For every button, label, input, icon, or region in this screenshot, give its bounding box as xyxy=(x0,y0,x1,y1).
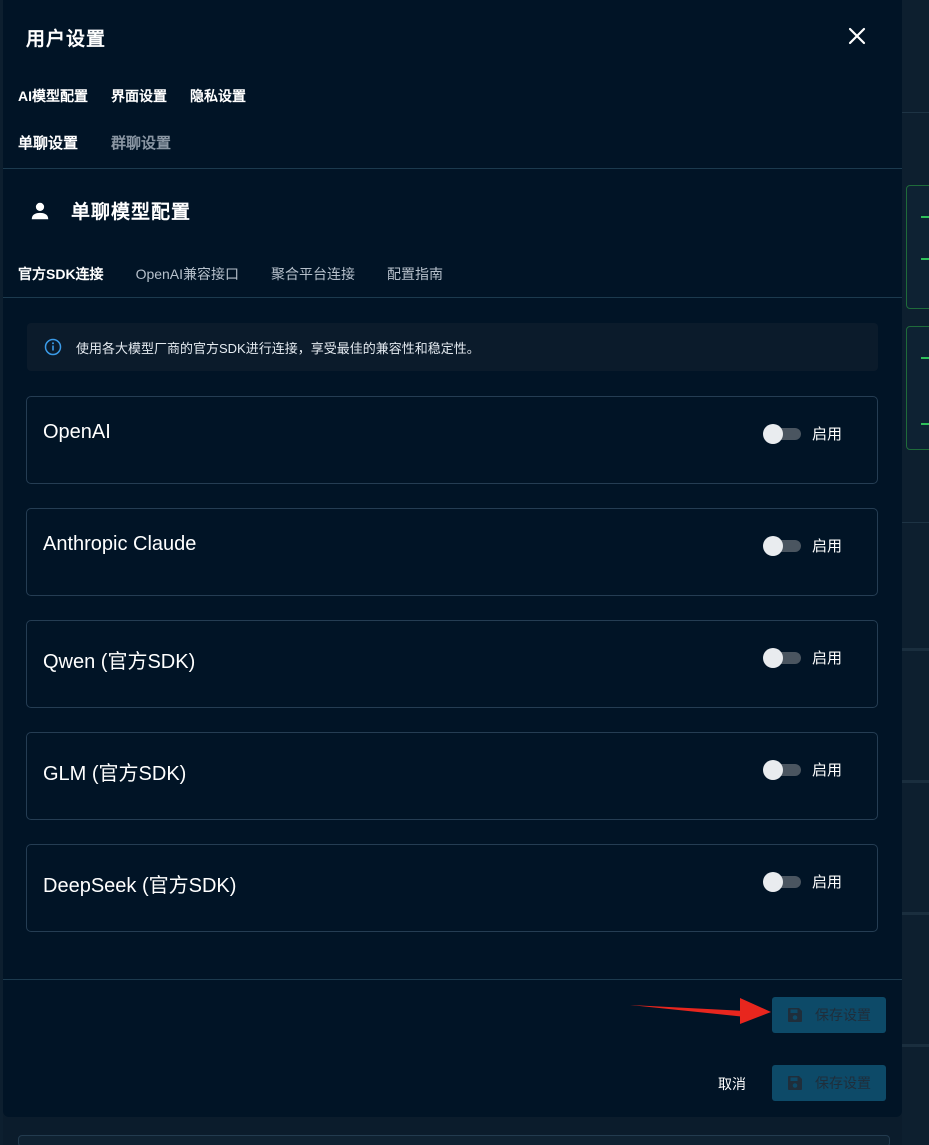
save-settings-footer-button[interactable]: 保存设置 xyxy=(772,1065,886,1101)
connection-tabs: 官方SDK连接 OpenAI兼容接口 聚合平台连接 配置指南 xyxy=(18,264,475,284)
top-tabs: AI模型配置 界面设置 隐私设置 xyxy=(18,86,269,106)
toggle-label: 启用 xyxy=(812,650,843,667)
close-button[interactable] xyxy=(845,24,869,48)
toggle-label: 启用 xyxy=(812,762,843,779)
background-card xyxy=(906,185,929,309)
background-divider xyxy=(902,912,929,915)
save-disk-icon xyxy=(788,1076,802,1090)
tab-interface-settings[interactable]: 界面设置 xyxy=(111,86,167,106)
annotation-arrow-icon xyxy=(630,998,771,1024)
save-disk-icon xyxy=(788,1008,802,1022)
toggle-label: 启用 xyxy=(812,538,843,555)
save-footer-button-label: 保存设置 xyxy=(815,1075,871,1091)
info-text: 使用各大模型厂商的官方SDK进行连接，享受最佳的兼容性和稳定性。 xyxy=(76,340,480,356)
provider-card-anthropic: Anthropic Claude 启用 xyxy=(26,508,878,596)
enable-toggle[interactable] xyxy=(763,759,801,780)
section-header: 单聊模型配置 xyxy=(29,197,191,224)
background-divider xyxy=(902,648,929,651)
background-divider xyxy=(902,522,929,523)
save-button-label: 保存设置 xyxy=(815,1007,871,1023)
tab-single-chat[interactable]: 单聊设置 xyxy=(18,132,78,153)
provider-card-qwen: Qwen (官方SDK) 启用 xyxy=(26,620,878,708)
divider xyxy=(3,979,902,980)
provider-card-openai: OpenAI 启用 xyxy=(26,396,878,484)
background-card xyxy=(906,326,929,450)
close-icon xyxy=(848,27,866,45)
modal-title: 用户设置 xyxy=(26,29,107,50)
provider-name: Anthropic Claude xyxy=(43,533,197,555)
background-sidebar-strip xyxy=(902,0,929,1145)
background-divider xyxy=(902,112,929,113)
tab-privacy-settings[interactable]: 隐私设置 xyxy=(190,86,246,106)
divider xyxy=(3,297,902,298)
sub-tabs: 单聊设置 群聊设置 xyxy=(18,132,204,153)
save-settings-button[interactable]: 保存设置 xyxy=(772,997,886,1033)
enable-toggle[interactable] xyxy=(763,871,801,892)
provider-name: DeepSeek (官方SDK) xyxy=(43,875,237,897)
enable-toggle[interactable] xyxy=(763,535,801,556)
tab-group-chat[interactable]: 群聊设置 xyxy=(111,132,171,153)
background-divider xyxy=(902,1044,929,1047)
cancel-button[interactable]: 取消 xyxy=(718,1074,746,1094)
toggle-label: 启用 xyxy=(812,426,843,443)
divider xyxy=(3,168,902,169)
modal-header: 用户设置 xyxy=(3,0,902,70)
provider-card-deepseek: DeepSeek (官方SDK) 启用 xyxy=(26,844,878,932)
info-icon xyxy=(44,338,62,356)
tab-aggregator-platform[interactable]: 聚合平台连接 xyxy=(271,264,355,284)
toggle-label: 启用 xyxy=(812,874,843,891)
info-alert: 使用各大模型厂商的官方SDK进行连接，享受最佳的兼容性和稳定性。 xyxy=(27,323,878,371)
provider-name: GLM (官方SDK) xyxy=(43,763,187,785)
enable-toggle[interactable] xyxy=(763,423,801,444)
person-icon xyxy=(31,202,49,219)
section-title: 单聊模型配置 xyxy=(71,202,192,223)
tab-openai-compatible[interactable]: OpenAI兼容接口 xyxy=(136,264,239,284)
background-divider xyxy=(902,780,929,783)
background-bottom-panel xyxy=(18,1135,890,1145)
tab-ai-model-config[interactable]: AI模型配置 xyxy=(18,86,88,106)
tab-official-sdk[interactable]: 官方SDK连接 xyxy=(18,264,104,284)
tab-config-guide[interactable]: 配置指南 xyxy=(387,264,443,284)
provider-name: Qwen (官方SDK) xyxy=(43,651,196,673)
provider-name: OpenAI xyxy=(43,421,111,443)
user-settings-modal: 用户设置 AI模型配置 界面设置 隐私设置 单聊设置 群聊设置 单聊模型配置 官… xyxy=(3,0,902,1117)
enable-toggle[interactable] xyxy=(763,647,801,668)
provider-card-glm: GLM (官方SDK) 启用 xyxy=(26,732,878,820)
